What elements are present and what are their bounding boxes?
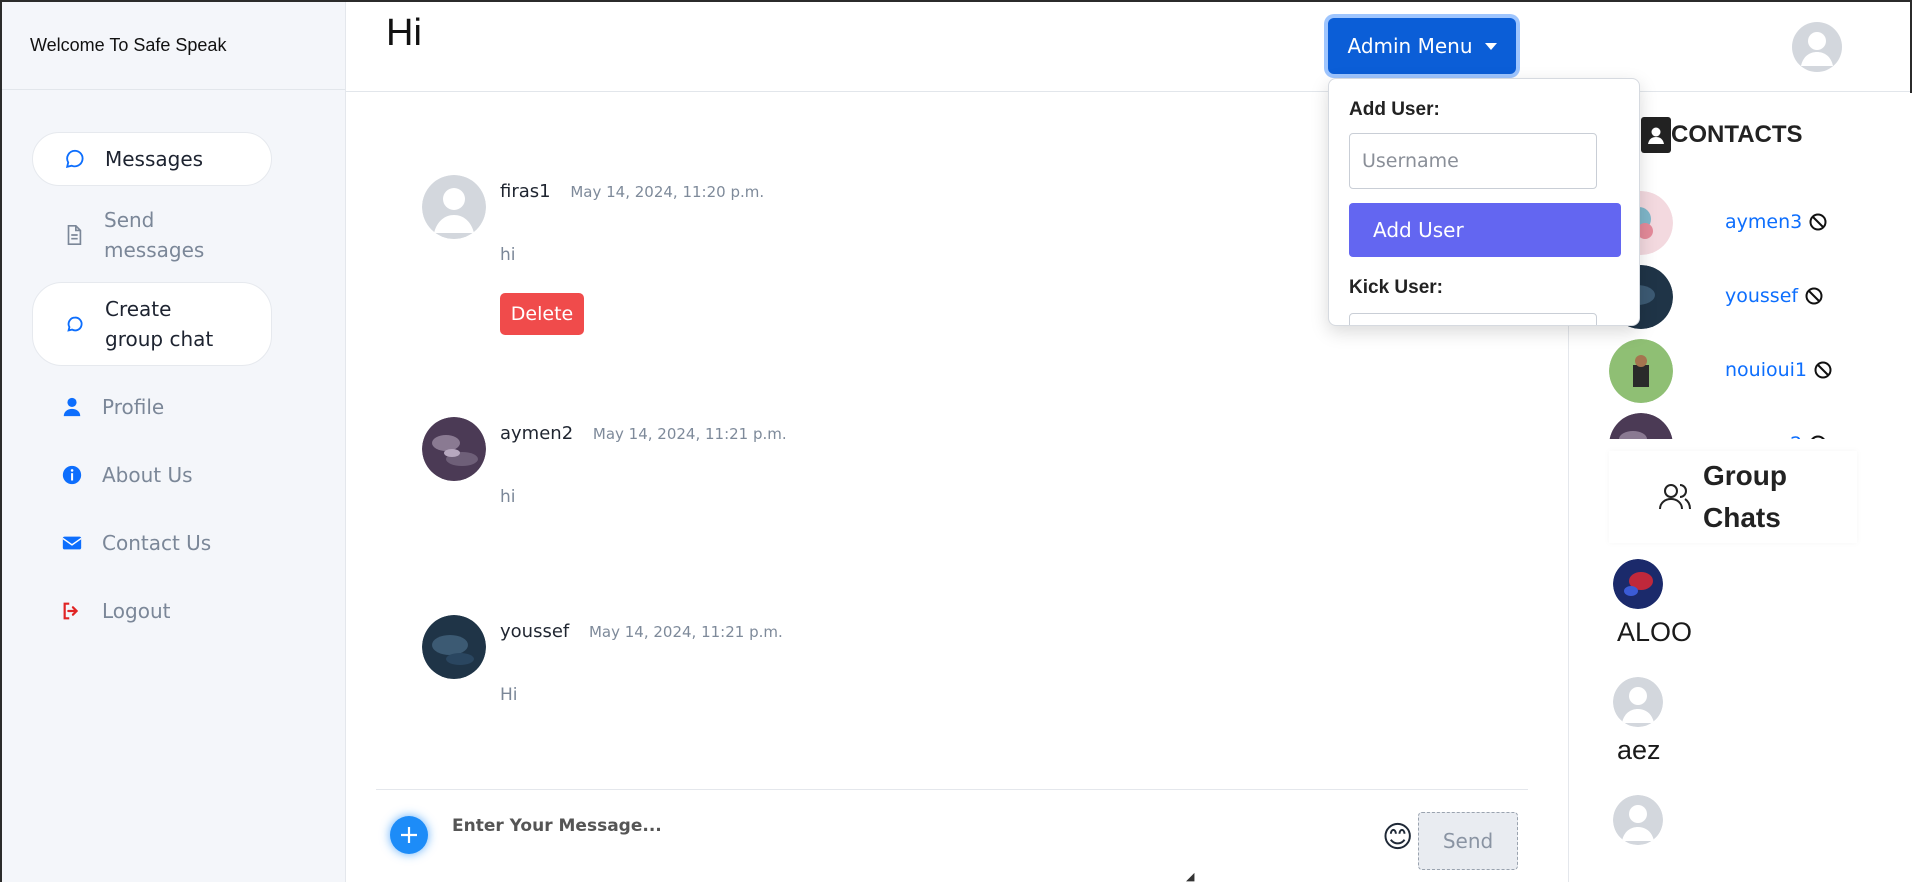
- avatar: [422, 615, 486, 679]
- user-avatar[interactable]: [1792, 22, 1842, 72]
- sidebar-item-about-us[interactable]: About Us: [32, 456, 272, 494]
- attach-button[interactable]: [390, 816, 428, 854]
- chat-bubble-icon: [63, 147, 87, 171]
- contacts-heading: CONTACTS: [1641, 117, 1803, 153]
- resize-handle-icon[interactable]: ◢: [1186, 870, 1194, 882]
- block-icon[interactable]: [1808, 212, 1828, 232]
- sidebar-nav: Messages Send messages Create group chat…: [2, 90, 345, 630]
- sidebar-item-logout[interactable]: Logout: [32, 592, 272, 630]
- sidebar-item-create-group-chat[interactable]: Create group chat: [32, 282, 272, 366]
- group-chats-list: ALOO aez: [1613, 559, 1893, 882]
- contacts-list: aymen3 youssef nouioui1: [1609, 191, 1889, 439]
- message-username: youssef: [500, 621, 570, 642]
- group-chat-item[interactable]: [1613, 795, 1893, 882]
- message-timestamp: May 14, 2024, 11:21 p.m.: [588, 623, 783, 641]
- sidebar-item-contact-us[interactable]: Contact Us: [32, 524, 272, 562]
- group-chats-title: Group Chats: [1703, 460, 1787, 533]
- sidebar-item-label: Send messages: [104, 208, 205, 262]
- message-header: youssef May 14, 2024, 11:21 p.m.: [500, 621, 783, 642]
- avatar: [422, 417, 486, 481]
- info-icon: [60, 463, 84, 487]
- document-icon: [62, 223, 86, 247]
- contact-name-text: aymen2: [1725, 433, 1802, 439]
- sidebar-item-profile[interactable]: Profile: [32, 388, 272, 426]
- kick-username-input[interactable]: [1349, 313, 1597, 325]
- contact-item[interactable]: aymen3: [1609, 191, 1889, 265]
- plus-icon: [401, 827, 417, 843]
- message-timestamp: May 14, 2024, 11:21 p.m.: [592, 425, 787, 443]
- message-username: firas1: [500, 181, 551, 202]
- envelope-icon: [60, 531, 84, 555]
- contact-item[interactable]: aymen2: [1609, 413, 1889, 439]
- contact-card-icon: [1641, 117, 1671, 153]
- sidebar-item-label: About Us: [102, 463, 193, 487]
- block-icon[interactable]: [1808, 434, 1828, 439]
- contact-name[interactable]: aymen2: [1725, 433, 1828, 439]
- admin-menu-button[interactable]: Admin Menu: [1328, 18, 1516, 74]
- contact-name[interactable]: youssef: [1725, 285, 1824, 307]
- delete-message-button[interactable]: Delete: [500, 293, 584, 335]
- sidebar-item-label: Logout: [102, 599, 171, 623]
- message-timestamp: May 14, 2024, 11:20 p.m.: [570, 183, 765, 201]
- avatar: [1613, 559, 1663, 609]
- contact-name[interactable]: nouioui1: [1725, 359, 1833, 381]
- avatar: [1613, 677, 1663, 727]
- sidebar-item-label: Messages: [105, 147, 204, 171]
- sidebar-item-messages[interactable]: Messages: [32, 132, 272, 186]
- caret-down-icon: [1484, 42, 1497, 50]
- emoji-button[interactable]: 😊: [1382, 820, 1413, 855]
- contact-name-text: youssef: [1725, 285, 1799, 307]
- add-username-input[interactable]: [1349, 133, 1597, 189]
- avatar: [1609, 413, 1673, 439]
- block-icon[interactable]: [1813, 360, 1833, 380]
- message-text: hi: [500, 245, 516, 265]
- person-icon: [60, 395, 84, 419]
- group-chats-heading: Group Chats: [1609, 451, 1857, 543]
- message-text: Hi: [500, 685, 518, 705]
- sidebar-item-send-messages[interactable]: Send messages: [32, 200, 272, 270]
- group-chat-name: ALOO: [1617, 617, 1693, 647]
- add-user-button[interactable]: Add User: [1349, 203, 1621, 257]
- contacts-title: CONTACTS: [1671, 121, 1803, 148]
- block-icon[interactable]: [1804, 286, 1824, 306]
- message-username: aymen2: [500, 423, 574, 444]
- avatar: [1613, 795, 1663, 845]
- avatar: [422, 175, 486, 239]
- message-text: hi: [500, 487, 516, 507]
- contact-item[interactable]: youssef: [1609, 265, 1889, 339]
- message-header: firas1 May 14, 2024, 11:20 p.m.: [500, 181, 764, 202]
- message-composer: ◢ 😊 Send: [376, 789, 1528, 882]
- sidebar: Welcome To Safe Speak Messages Send mess…: [2, 2, 346, 882]
- kick-user-label: Kick User:: [1349, 277, 1443, 298]
- send-button[interactable]: Send: [1418, 812, 1518, 870]
- group-icon: [1659, 484, 1691, 510]
- sidebar-item-label: Contact Us: [102, 531, 212, 555]
- group-chat-item[interactable]: aez: [1613, 677, 1893, 795]
- logout-icon: [60, 599, 84, 623]
- contact-name-text: nouioui1: [1725, 359, 1808, 381]
- contact-name[interactable]: aymen3: [1725, 211, 1828, 233]
- message-input[interactable]: [452, 816, 1192, 876]
- chat-bubble-icon: [63, 312, 87, 336]
- page-greeting: Hi: [386, 12, 422, 54]
- message-header: aymen2 May 14, 2024, 11:21 p.m.: [500, 423, 787, 444]
- group-chat-item[interactable]: ALOO: [1613, 559, 1893, 677]
- contact-item[interactable]: nouioui1: [1609, 339, 1889, 413]
- top-header: Hi Admin Menu: [346, 2, 1910, 92]
- sidebar-item-label: Profile: [102, 395, 165, 419]
- admin-menu-dropdown: Add User: Add User Kick User:: [1328, 78, 1640, 326]
- contact-name-text: aymen3: [1725, 211, 1803, 233]
- add-user-label: Add User:: [1349, 99, 1440, 120]
- brand-title: Welcome To Safe Speak: [2, 2, 345, 90]
- avatar: [1609, 339, 1673, 403]
- sidebar-item-label: Create group chat: [105, 297, 214, 351]
- admin-menu-label: Admin Menu: [1347, 34, 1473, 58]
- group-chat-name: aez: [1617, 735, 1661, 765]
